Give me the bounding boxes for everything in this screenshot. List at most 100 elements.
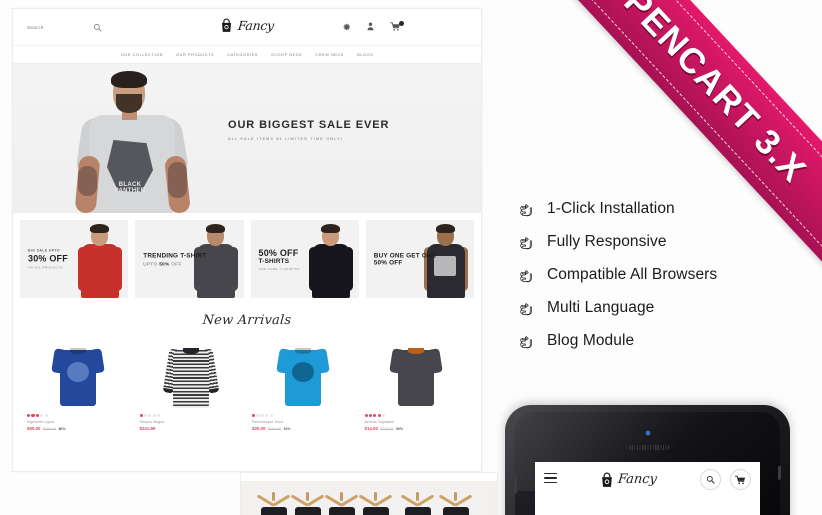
product-image (27, 334, 130, 406)
feature-label: 1-Click Installation (547, 200, 675, 217)
product-image (252, 334, 355, 406)
feature-item-blog-module: Blog Module (518, 332, 717, 350)
product-image (365, 334, 468, 406)
menu-icon[interactable] (544, 472, 557, 487)
shopping-bag-icon (602, 472, 612, 487)
gear-icon[interactable] (343, 23, 351, 31)
promo-3-title: 50% OFF (258, 248, 299, 258)
secondary-page-preview (240, 472, 498, 515)
rating-stars (27, 414, 130, 418)
phone-screen: Fancy (535, 462, 760, 515)
product-price: $20.00 (252, 426, 266, 432)
user-icon[interactable] (367, 22, 374, 31)
nav-item-categories[interactable]: CATEGORIES (227, 52, 258, 57)
product-image (140, 334, 243, 408)
product-discount: 86% (58, 427, 66, 432)
mobile-icon-group (699, 469, 751, 490)
promo-2-sub-prefix: UPTO (143, 261, 160, 267)
product-price: $14.00 (364, 426, 378, 432)
promo-banner-row: BIG SALE UPTO 30% OFF ON ALL PRODUCTS TR… (13, 213, 481, 304)
promo-3-foot: USE CODE 'T-SHIRT50' (258, 267, 301, 271)
promo-2-sub-suffix: OFF (169, 261, 182, 267)
hero-subtitle: ALL SALE ITEMS $1 LIMITED TIME ONLY! (228, 136, 343, 141)
promo-2-sub-strong: 50% (159, 261, 170, 267)
promo-3-line2: T-SHIRTS (258, 258, 290, 265)
product-card[interactable]: Tempus Magna $241.99 (139, 334, 243, 431)
promo-4-title: BUY ONE GET ONE (373, 252, 437, 260)
site-header: Fancy (13, 9, 481, 45)
mobile-phone-mockup: Fancy (505, 405, 790, 515)
nav-item-blogs[interactable]: BLOGS (357, 52, 373, 57)
nav-item-crew-neck[interactable]: CREW NECK (315, 52, 344, 57)
hero-banner: BLACK PANTHER OUR BIGGEST SALE EVER ALL … (13, 64, 481, 213)
product-grid: Dignissim Ligula $50.00 $355.00 86% Temp… (13, 334, 481, 431)
cart-icon[interactable] (729, 469, 751, 490)
feature-list: 1-Click Installation Fully Responsive Co… (518, 200, 717, 350)
pointing-hand-icon (520, 203, 532, 216)
mobile-site-logo[interactable]: Fancy (600, 472, 658, 488)
site-main-nav: OUR COLLECTION OUR PRODUCTS CATEGORIES S… (13, 45, 481, 64)
promo-1-foot: ON ALL PRODUCTS (28, 265, 63, 270)
product-discount: 91% (283, 427, 291, 432)
product-card[interactable]: Aenean Dignissim $14.00 $122.00 90% (364, 334, 468, 431)
mobile-site-header: Fancy (535, 462, 760, 490)
product-name: Tempus Magna (139, 419, 165, 424)
hero-copy: OUR BIGGEST SALE EVER ALL SALE ITEMS $1 … (228, 119, 448, 141)
feature-item-compatible-all-browsers: Compatible All Browsers (518, 266, 717, 284)
rating-stars (252, 414, 355, 418)
nav-item-scoop-neck[interactable]: SCOOP NECK (271, 52, 302, 57)
pointing-hand-icon (520, 269, 532, 282)
promo-banner-3[interactable]: 50% OFF T-SHIRTS USE CODE 'T-SHIRT50' (250, 220, 359, 298)
new-arrivals-heading: New Arrivals (202, 313, 292, 328)
product-discount: 90% (395, 427, 404, 432)
product-name: Dignissim Ligula (27, 419, 55, 424)
search-icon[interactable] (93, 23, 102, 32)
rating-stars (139, 414, 243, 418)
product-price-row: $241.99 (140, 426, 243, 431)
desktop-site-preview: Fancy (12, 8, 482, 472)
promo-banner-4[interactable]: BUY ONE GET ONE 50% OFF (365, 220, 474, 298)
product-price: $50.00 (27, 426, 41, 432)
cart-icon[interactable] (390, 21, 404, 31)
product-price-row: $14.00 $122.00 90% (365, 426, 468, 431)
pointing-hand-icon (520, 236, 532, 249)
product-original-price: $209.00 (267, 427, 281, 432)
feature-label: Fully Responsive (547, 233, 667, 250)
shopping-bag-icon (221, 18, 232, 32)
hero-model-image: BLACK PANTHER (74, 70, 199, 213)
hero-title: OUR BIGGEST SALE EVER (228, 119, 390, 131)
search-area[interactable] (27, 23, 147, 32)
cart-badge (399, 21, 404, 26)
promo-1-kicker: BIG SALE UPTO (28, 248, 61, 253)
feature-item-1-click-installation: 1-Click Installation (518, 200, 717, 218)
promo-banner-2[interactable]: TRENDING T-SHIRT UPTO 50% OFF (135, 220, 244, 298)
promo-4-line2: 50% OFF (373, 259, 403, 267)
product-name: Pellentesque Dolor (252, 419, 284, 424)
nav-item-our-collection[interactable]: OUR COLLECTION (121, 52, 163, 57)
rating-stars (364, 414, 468, 418)
hero-shirt-print: BLACK PANTHER (114, 182, 146, 194)
promo-2-title: TRENDING T-SHIRT (143, 252, 207, 260)
product-original-price: $355.00 (42, 427, 56, 432)
promo-banner-1[interactable]: BIG SALE UPTO 30% OFF ON ALL PRODUCTS (20, 220, 129, 298)
product-price-row: $20.00 $209.00 91% (252, 426, 355, 431)
search-input[interactable] (27, 24, 67, 30)
promo-1-model (78, 224, 123, 298)
promo-1-title: 30% OFF (28, 253, 68, 264)
feature-item-fully-responsive: Fully Responsive (518, 233, 717, 251)
search-icon[interactable] (699, 469, 721, 490)
product-card[interactable]: Dignissim Ligula $50.00 $355.00 86% (27, 334, 130, 431)
product-price-row: $50.00 $355.00 86% (27, 426, 130, 431)
promo-3-model (308, 224, 353, 298)
promo-2-sub: UPTO 50% OFF (143, 262, 206, 267)
ribbon-label: OPENCART 3.X (596, 0, 814, 191)
nav-item-our-products[interactable]: OUR PRODUCTS (176, 52, 214, 57)
feature-label: Multi Language (547, 299, 655, 316)
brand-name: Fancy (237, 18, 275, 33)
phone-camera (645, 431, 650, 435)
feature-label: Blog Module (547, 332, 635, 349)
product-original-price: $122.00 (380, 427, 394, 432)
feature-item-multi-language: Multi Language (518, 299, 717, 317)
product-card[interactable]: Pellentesque Dolor $20.00 $209.00 91% (252, 334, 355, 431)
phone-speaker-grille (626, 445, 669, 450)
